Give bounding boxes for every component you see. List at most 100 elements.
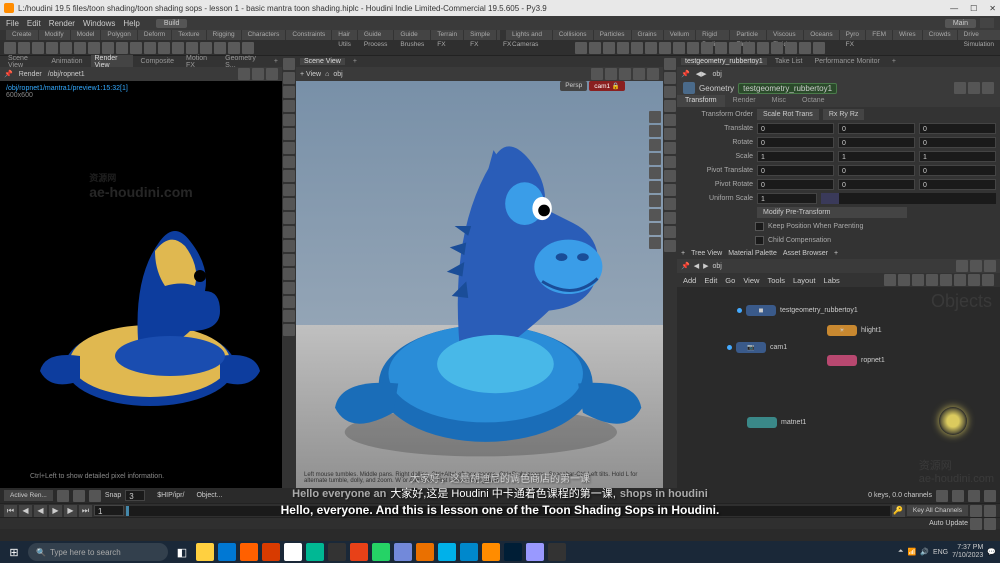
edge-icon[interactable] xyxy=(218,543,236,561)
shelf-icon[interactable] xyxy=(771,42,783,54)
tl-icon[interactable] xyxy=(952,490,964,502)
snapshot-icon[interactable] xyxy=(252,68,264,80)
render-path[interactable]: /obj/ropnet1 xyxy=(48,71,85,78)
app-icon[interactable] xyxy=(438,543,456,561)
sz-field[interactable]: 1 xyxy=(919,151,996,162)
tab-composite[interactable]: Composite xyxy=(137,58,178,65)
shelf-tab[interactable]: FEM xyxy=(866,30,892,40)
tab-matpalette[interactable]: Material Palette xyxy=(728,250,777,257)
shelf-tab[interactable]: Polygon xyxy=(101,30,137,40)
tab-add5[interactable]: + xyxy=(834,250,838,257)
shelf-icon[interactable] xyxy=(46,42,58,54)
net-icon[interactable] xyxy=(970,260,982,272)
display-icon[interactable] xyxy=(664,100,676,112)
tool-icon[interactable] xyxy=(283,296,295,308)
gear-icon[interactable] xyxy=(954,82,966,94)
shelf-icon[interactable] xyxy=(813,42,825,54)
shelf-icon[interactable] xyxy=(130,42,142,54)
shelf-tab[interactable]: Lights and Cameras xyxy=(506,30,552,40)
tray-lang[interactable]: ENG xyxy=(933,549,948,556)
tab-add[interactable]: + xyxy=(270,58,282,65)
tab-misc[interactable]: Misc xyxy=(764,95,794,107)
shelf-icon[interactable] xyxy=(4,42,16,54)
net-view[interactable]: View xyxy=(743,276,759,285)
first-frame-button[interactable]: ⏮ xyxy=(4,505,17,517)
ry-field[interactable]: 0 xyxy=(838,137,915,148)
nav-fwd2[interactable]: ▶ xyxy=(703,262,708,270)
nav-back2[interactable]: ◀ xyxy=(694,262,699,270)
tab-add4[interactable]: + xyxy=(681,250,685,257)
tray-network-icon[interactable]: 📶 xyxy=(908,548,917,556)
close-button[interactable]: ✕ xyxy=(989,4,996,13)
display-icon[interactable] xyxy=(664,184,676,196)
shelf-icon[interactable] xyxy=(715,42,727,54)
shelf-tab[interactable]: Guide Brushes xyxy=(394,30,430,40)
move-tool-icon[interactable] xyxy=(283,72,295,84)
shelf-icon[interactable] xyxy=(631,42,643,54)
shelf-icon[interactable] xyxy=(659,42,671,54)
shelf-icon[interactable] xyxy=(172,42,184,54)
rot-order-dropdown[interactable]: Rx Ry Rz xyxy=(823,109,865,120)
ptx-field[interactable]: 0 xyxy=(757,165,834,176)
app-icon[interactable] xyxy=(306,543,324,561)
tab-octane[interactable]: Octane xyxy=(794,95,833,107)
shelf-icon[interactable] xyxy=(729,42,741,54)
tab-sceneview2[interactable]: Scene View xyxy=(300,58,345,65)
tool-icon[interactable] xyxy=(283,310,295,322)
param-pathbox[interactable]: obj xyxy=(713,71,722,78)
uscale-slider[interactable] xyxy=(821,193,996,204)
tab-animation[interactable]: Animation xyxy=(47,58,86,65)
tl-icon[interactable] xyxy=(984,490,996,502)
xform-order-dropdown[interactable]: Scale Rot Trans xyxy=(757,109,819,120)
shelf-tab[interactable]: Guide Process xyxy=(358,30,393,40)
persp-chip[interactable]: Persp xyxy=(560,81,587,91)
whatsapp-icon[interactable] xyxy=(372,543,390,561)
tab-takelist[interactable]: Take List xyxy=(771,58,807,65)
cam-chip[interactable]: cam1 🔒 xyxy=(589,81,625,91)
sx-field[interactable]: 1 xyxy=(757,151,834,162)
display-icon[interactable] xyxy=(664,86,676,98)
maximize-button[interactable]: ☐ xyxy=(970,4,977,13)
tab-perfmon[interactable]: Performance Monitor xyxy=(810,58,883,65)
tray-chevron-icon[interactable]: ⏶ xyxy=(898,548,904,556)
view-label[interactable]: + View xyxy=(300,71,321,78)
scale-tool-icon[interactable] xyxy=(283,100,295,112)
menu-edit[interactable]: Edit xyxy=(27,19,41,28)
render-button[interactable] xyxy=(238,68,250,80)
last-frame-button[interactable]: ⏭ xyxy=(79,505,92,517)
menu-windows[interactable]: Windows xyxy=(83,19,115,28)
shelf-icon[interactable] xyxy=(603,42,615,54)
shelf-icon[interactable] xyxy=(799,42,811,54)
tab-treeview[interactable]: Tree View xyxy=(691,250,722,257)
node-rop[interactable]: ropnet1 xyxy=(827,355,885,366)
node-geo[interactable]: ◼ testgeometry_rubbertoy1 xyxy=(737,305,858,316)
info-icon[interactable] xyxy=(982,82,994,94)
shelf-tab[interactable]: Deform xyxy=(138,30,171,40)
tz-field[interactable]: 0 xyxy=(919,123,996,134)
shelf-icon[interactable] xyxy=(589,42,601,54)
shelf-icon[interactable] xyxy=(116,42,128,54)
net-tools[interactable]: Tools xyxy=(767,276,785,285)
ps-icon[interactable] xyxy=(504,543,522,561)
pr-icon[interactable] xyxy=(526,543,544,561)
shelf-icon[interactable] xyxy=(617,42,629,54)
telegram-icon[interactable] xyxy=(460,543,478,561)
tool-icon[interactable] xyxy=(283,142,295,154)
shelf-icon[interactable] xyxy=(214,42,226,54)
select-tool-icon[interactable] xyxy=(283,58,295,70)
shelf-tab[interactable]: Create xyxy=(6,30,38,40)
menu-help[interactable]: Help xyxy=(123,19,139,28)
start-button[interactable]: ⊞ xyxy=(4,542,24,562)
shelf-tab[interactable]: Texture xyxy=(172,30,205,40)
shelf-tab[interactable]: Viscous Fluids xyxy=(767,30,803,40)
save-icon[interactable] xyxy=(266,68,278,80)
app-icon[interactable] xyxy=(328,543,346,561)
menu-file[interactable]: File xyxy=(6,19,19,28)
node-mat[interactable]: matnet1 xyxy=(747,417,806,428)
net-tool-icon[interactable] xyxy=(940,274,952,286)
shelf-tab[interactable]: Simple FX xyxy=(464,30,496,40)
tab-add2[interactable]: + xyxy=(349,58,361,65)
shelf-tab[interactable]: Model xyxy=(71,30,101,40)
tool-icon[interactable] xyxy=(283,212,295,224)
tray-volume-icon[interactable]: 🔊 xyxy=(920,548,929,556)
